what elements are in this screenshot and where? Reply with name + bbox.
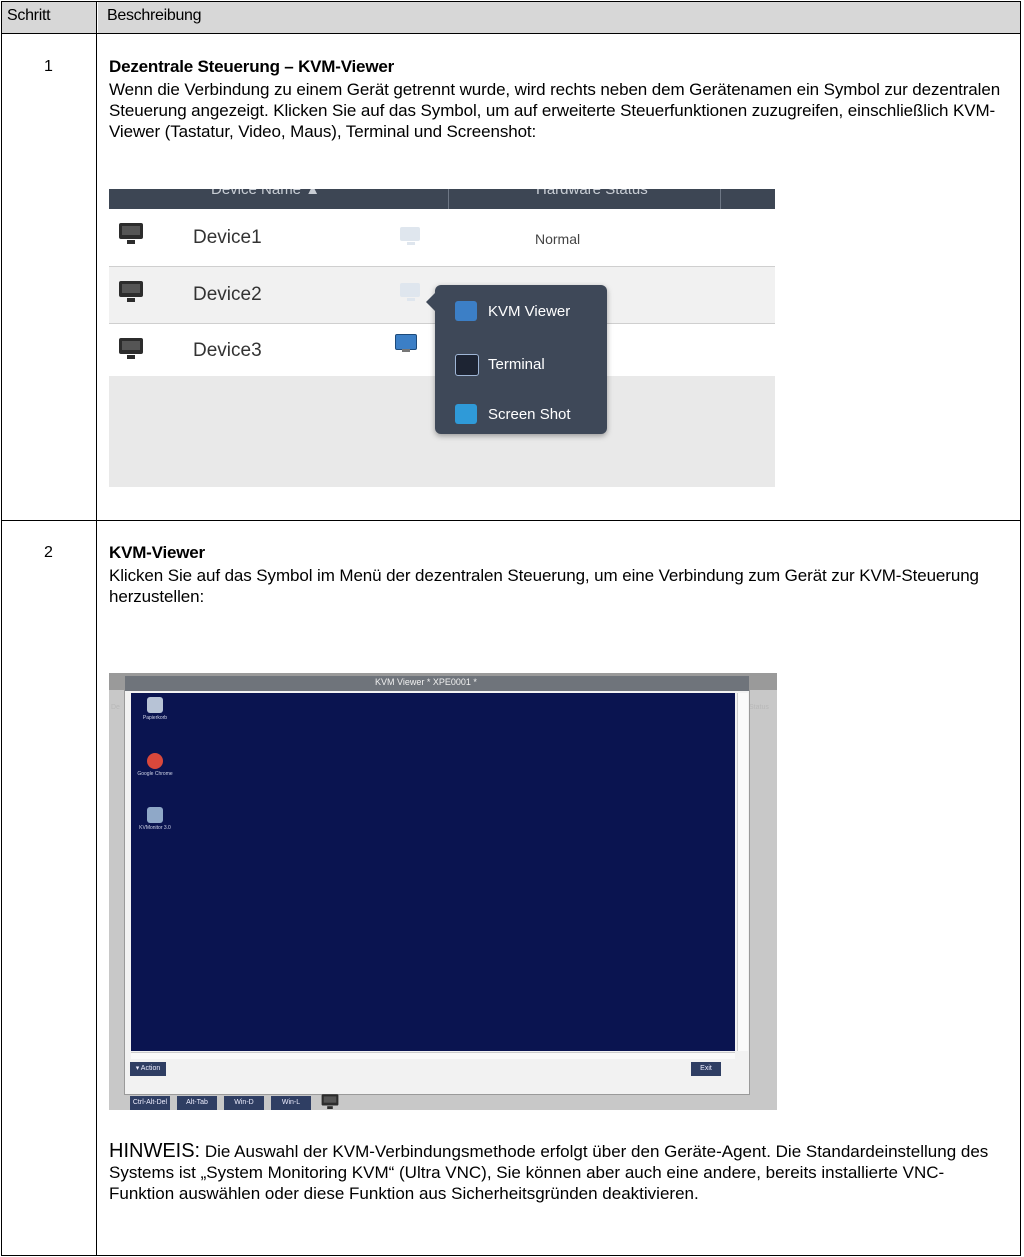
camera-icon xyxy=(455,404,477,424)
note-paragraph: HINWEIS: Die Auswahl der KVM-Verbindungs… xyxy=(109,1141,1009,1204)
menu-item-terminal[interactable]: Terminal xyxy=(455,352,605,378)
step1-text: Wenn die Verbindung zu einem Gerät getre… xyxy=(109,80,1001,141)
vertical-scrollbar[interactable] xyxy=(737,693,748,1051)
note-label: HINWEIS: xyxy=(109,1140,201,1162)
device-name: Device2 xyxy=(193,284,262,305)
step-number-1: 1 xyxy=(44,58,53,75)
menu-item-kvm-viewer[interactable]: KVM Viewer xyxy=(455,299,605,325)
kvm-viewer-screenshot: De Status KVM Viewer * XPE0001 * Papierk… xyxy=(109,673,777,1110)
step-number-2: 2 xyxy=(44,544,53,561)
step1-title: Dezentrale Steuerung – KVM-Viewer xyxy=(109,57,395,76)
device-name: Device3 xyxy=(193,340,262,361)
device-list-screenshot: Device Name ▲ Hardware Status Device1 No… xyxy=(109,189,775,487)
step2-text: Klicken Sie auf das Symbol im Menü der d… xyxy=(109,566,979,606)
remote-desktop[interactable]: Papierkorb Google Chrome KVMonitor 3.0 xyxy=(131,693,735,1051)
ctrl-alt-del-button[interactable]: Ctrl-Alt-Del xyxy=(130,1096,170,1110)
monitor-icon xyxy=(119,223,143,245)
kvm-viewer-window: KVM Viewer * XPE0001 * Papierkorb Google… xyxy=(124,675,750,1095)
kvm-window-title: KVM Viewer * XPE0001 * xyxy=(375,677,477,687)
device-table-header: Device Name ▲ Hardware Status xyxy=(109,189,775,209)
monitor-icon[interactable] xyxy=(321,1094,339,1109)
remote-control-icon[interactable] xyxy=(400,227,422,247)
table-header-cell-description xyxy=(98,2,1020,33)
terminal-icon xyxy=(455,354,479,376)
monitor-icon xyxy=(119,281,143,303)
remote-control-icon[interactable] xyxy=(395,334,417,354)
action-button[interactable]: ▾ Action xyxy=(130,1062,166,1076)
desktop-icon[interactable]: Papierkorb xyxy=(133,697,177,721)
monitor-icon xyxy=(119,338,143,360)
kvm-window-titlebar[interactable]: KVM Viewer * XPE0001 * xyxy=(125,676,749,691)
remote-control-menu: KVM Viewer Terminal Screen Shot xyxy=(426,285,607,434)
header-schritt: Schritt xyxy=(7,7,51,24)
kvmonitor-icon xyxy=(147,807,163,823)
note-text: Die Auswahl der KVM-Verbindungsmethode e… xyxy=(109,1142,989,1203)
exit-button[interactable]: Exit xyxy=(691,1062,721,1076)
recycle-bin-icon xyxy=(147,697,163,713)
horizontal-scrollbar[interactable] xyxy=(131,1052,735,1059)
remote-control-icon[interactable] xyxy=(400,283,422,303)
alt-tab-button[interactable]: Alt-Tab xyxy=(177,1096,217,1110)
device-row[interactable]: Device1 Normal xyxy=(109,209,775,266)
column-device-name[interactable]: Device Name ▲ xyxy=(211,189,320,198)
menu-item-screen-shot[interactable]: Screen Shot xyxy=(455,402,605,428)
win-d-button[interactable]: Win-D xyxy=(224,1096,264,1110)
header-beschreibung: Beschreibung xyxy=(107,7,202,24)
desktop-icon[interactable]: Google Chrome xyxy=(133,753,177,777)
kvm-viewer-icon xyxy=(455,301,477,321)
desktop-icon[interactable]: KVMonitor 3.0 xyxy=(133,807,177,831)
hardware-status: Normal xyxy=(535,231,581,247)
step2-title: KVM-Viewer xyxy=(109,543,205,562)
column-hardware-status[interactable]: Hardware Status xyxy=(536,189,648,198)
win-l-button[interactable]: Win-L xyxy=(271,1096,311,1110)
device-name: Device1 xyxy=(193,227,262,248)
chrome-icon xyxy=(147,753,163,769)
